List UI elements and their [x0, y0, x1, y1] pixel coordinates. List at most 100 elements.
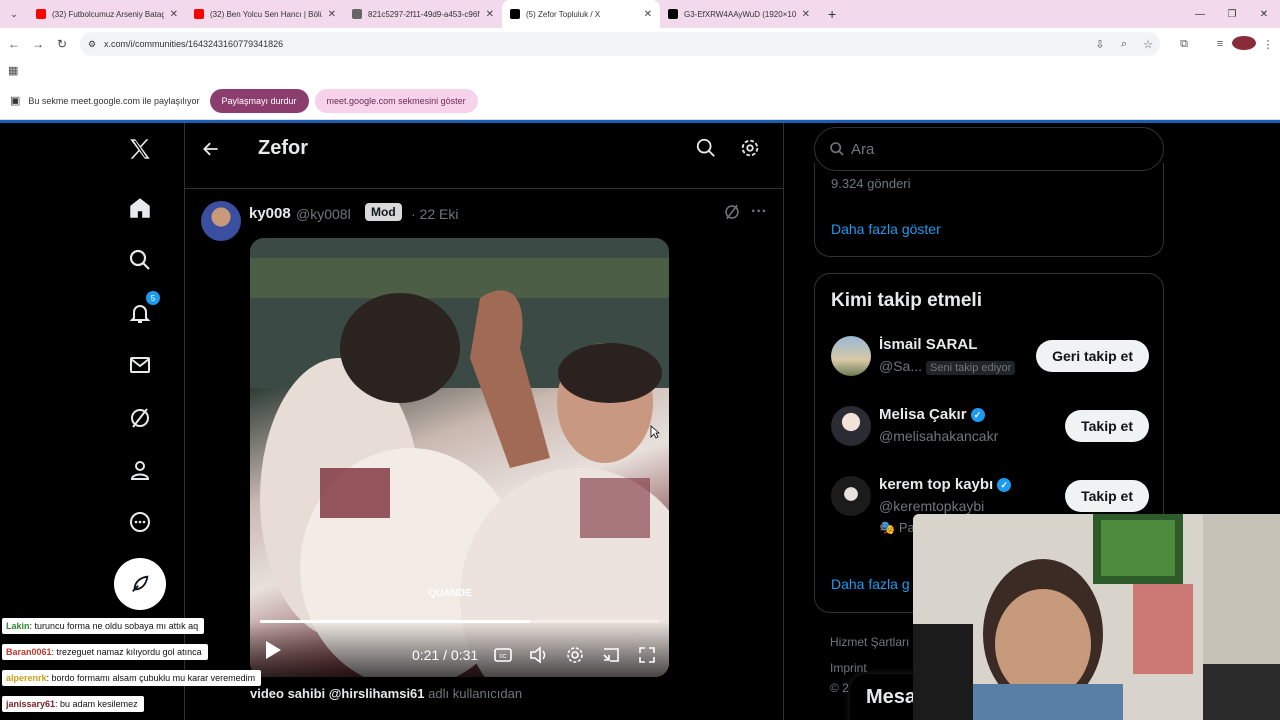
forward-icon[interactable]: →: [26, 37, 50, 51]
restore-icon[interactable]: ❐: [1216, 9, 1248, 20]
suggestion-name[interactable]: İsmail SARAL: [879, 336, 977, 353]
tab-search-icon[interactable]: ⌄: [0, 9, 28, 20]
bookmark-star-icon[interactable]: ☆: [1136, 38, 1160, 51]
post-video[interactable]: QUANDE 0:21 / 0:31 cc: [250, 238, 669, 677]
address-bar-row: ← → ↻ ⚙ x.com/i/communities/164324316077…: [0, 28, 1280, 60]
profile-person-icon[interactable]: [122, 452, 158, 488]
close-tab-icon[interactable]: ✕: [644, 9, 652, 20]
messages-envelope-icon[interactable]: [122, 347, 158, 383]
notifications-badge: 5: [146, 291, 160, 305]
search-icon: [830, 142, 844, 156]
captions-icon[interactable]: cc: [491, 645, 515, 665]
toolbar-icons: ⇩ ⌕ ☆ ⧉ ≡ ⋮: [1088, 28, 1280, 60]
post-author-avatar[interactable]: [201, 201, 241, 241]
install-icon[interactable]: ⇩: [1088, 38, 1112, 51]
suggestion-item[interactable]: İsmail SARAL @Sa... Seni takip ediyor Ger…: [831, 336, 1149, 396]
community-search-icon[interactable]: [695, 137, 717, 164]
x-logo-icon[interactable]: [122, 131, 158, 167]
browser-tab[interactable]: (32) Ben Yolcu Sen Hancı | Bölüm ✕: [186, 0, 344, 28]
follows-you-badge: Seni takip ediyor: [926, 361, 1016, 375]
suggestion-name-row[interactable]: kerem top kaybı ✓: [879, 476, 1012, 493]
suggestion-name-row[interactable]: Melisa Çakır ✓: [879, 406, 985, 423]
follow-button[interactable]: Takip et: [1065, 480, 1149, 512]
mouse-cursor-icon: [650, 425, 660, 439]
play-icon[interactable]: [264, 640, 282, 665]
post-more-icon[interactable]: ···: [751, 203, 767, 221]
video-progress-bar[interactable]: [260, 620, 659, 623]
follow-button[interactable]: Takip et: [1065, 410, 1149, 442]
browser-tab[interactable]: (5) Zefor Topluluk / X ✕: [502, 0, 660, 28]
explore-search-icon[interactable]: [122, 242, 158, 278]
chat-text: : turuncu forma ne oldu sobaya mı attık …: [29, 621, 199, 631]
compose-post-button[interactable]: [114, 558, 166, 610]
suggestion-avatar[interactable]: [831, 476, 871, 516]
video-settings-icon[interactable]: [563, 645, 587, 665]
chat-text: : trezeguet namaz kılıyordu gol atınca: [51, 647, 202, 657]
new-tab-button[interactable]: +: [818, 6, 846, 22]
search-input[interactable]: Ara: [814, 127, 1164, 171]
chat-message: Lakin: turuncu forma ne oldu sobaya mı a…: [2, 616, 261, 642]
caption-main: video sahibi @hirslihamsi61: [250, 686, 425, 701]
sharing-message: Bu sekme meet.google.com ile paylaşılıyo…: [28, 95, 200, 106]
chat-message-bubble: alperenrk: bordo formamı alsam çubuklu m…: [2, 670, 262, 686]
verified-badge-icon: ✓: [997, 478, 1012, 492]
suggestion-avatar[interactable]: [831, 406, 871, 446]
apps-grid-icon[interactable]: ▦: [8, 64, 18, 77]
back-arrow-icon[interactable]: [201, 139, 225, 163]
video-watermark: QUANDE: [428, 588, 472, 599]
browser-tab[interactable]: G3-EfXRW4AAyWuD (1920×1080) ✕: [660, 0, 818, 28]
grok-icon[interactable]: [122, 400, 158, 436]
minimize-icon[interactable]: —: [1184, 9, 1216, 20]
suggestion-handle: @keremtopkaybi: [879, 498, 985, 514]
post-author-name[interactable]: ky008: [249, 205, 291, 222]
who-to-follow-title: Kimi takip etmeli: [831, 290, 982, 311]
media-icon[interactable]: ≡: [1208, 38, 1232, 50]
home-icon[interactable]: [122, 190, 158, 226]
stop-sharing-button[interactable]: Paylaşmayı durdur: [209, 88, 309, 113]
tab-title: (32) Futbolcumuz Arseniy Batag: [52, 9, 164, 19]
bookmarks-bar: ▦: [0, 60, 1280, 82]
x-icon: [668, 9, 678, 19]
grok-post-icon[interactable]: [723, 203, 741, 226]
show-meet-tab-button[interactable]: meet.google.com sekmesini göster: [314, 88, 478, 113]
volume-icon[interactable]: [527, 645, 551, 665]
show-more-suggestions-link[interactable]: Daha fazla g: [831, 576, 910, 592]
messages-drawer-title: Mesa: [866, 686, 917, 708]
caption-sub: adlı kullanıcıdan: [428, 686, 523, 701]
close-tab-icon[interactable]: ✕: [328, 9, 336, 20]
chat-message: alperenrk: bordo formamı alsam çubuklu m…: [2, 668, 262, 694]
video-progress-fill: [260, 620, 531, 623]
suggestion-handle: @Sa...: [879, 358, 923, 374]
notifications-bell-icon[interactable]: 5: [122, 291, 160, 331]
footer-imprint-link[interactable]: Imprint: [830, 661, 867, 675]
browser-tab[interactable]: 821c5297-2f11-49d9-a453-c96f ✕: [344, 0, 502, 28]
tab-sharing-bar: ▣ Bu sekme meet.google.com ile paylaşılı…: [0, 82, 1280, 120]
follow-back-button[interactable]: Geri takip et: [1036, 340, 1149, 372]
post-author-handle[interactable]: @ky008l: [296, 206, 351, 222]
close-tab-icon[interactable]: ✕: [170, 9, 178, 20]
browser-tab[interactable]: (32) Futbolcumuz Arseniy Batag ✕: [28, 0, 186, 28]
fullscreen-icon[interactable]: [635, 645, 659, 665]
close-tab-icon[interactable]: ✕: [486, 9, 494, 20]
back-icon[interactable]: ←: [2, 37, 26, 51]
extensions-icon[interactable]: ⧉: [1172, 38, 1196, 51]
suggestion-item[interactable]: Melisa Çakır ✓ @melisahakancakr Takip et: [831, 406, 1149, 466]
show-more-link[interactable]: Daha fazla göster: [831, 221, 941, 237]
site-info-icon[interactable]: ⚙: [88, 39, 96, 50]
close-window-icon[interactable]: ✕: [1248, 9, 1280, 20]
footer-terms-link[interactable]: Hizmet Şartları: [830, 635, 909, 649]
picture-in-picture-icon[interactable]: [599, 645, 623, 665]
feather-icon: [132, 575, 149, 592]
more-options-icon[interactable]: [122, 504, 158, 540]
tab-title: (5) Zefor Topluluk / X: [526, 9, 601, 19]
profile-icon[interactable]: [1232, 35, 1256, 53]
zoom-icon[interactable]: ⌕: [1112, 38, 1136, 51]
post-date[interactable]: · 22 Eki: [411, 206, 458, 222]
community-timeline: Zefor ky008 @ky008l Mod · 22 Eki ··· QUA…: [184, 123, 784, 720]
suggestion-avatar[interactable]: [831, 336, 871, 376]
community-settings-icon[interactable]: [739, 137, 761, 164]
url-field[interactable]: ⚙ x.com/i/communities/164324316077934182…: [80, 32, 1160, 56]
menu-icon[interactable]: ⋮: [1256, 38, 1280, 51]
reload-icon[interactable]: ↻: [50, 37, 74, 51]
close-tab-icon[interactable]: ✕: [802, 9, 810, 20]
